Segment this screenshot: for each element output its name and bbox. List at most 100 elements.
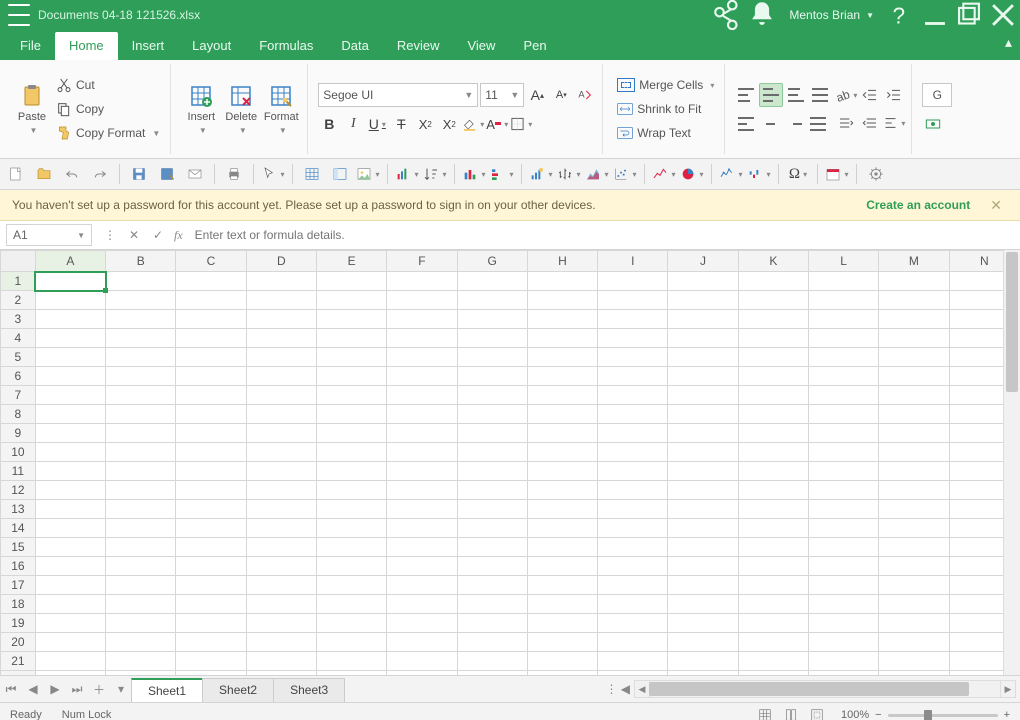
cell[interactable]	[457, 329, 527, 348]
table-icon[interactable]	[300, 162, 324, 186]
cell[interactable]	[808, 462, 878, 481]
cell[interactable]	[246, 519, 316, 538]
cell[interactable]	[879, 538, 949, 557]
cell[interactable]	[457, 481, 527, 500]
cell[interactable]	[457, 405, 527, 424]
cell[interactable]	[738, 405, 808, 424]
orientation-icon[interactable]: ab▾	[835, 84, 857, 106]
cell[interactable]	[316, 424, 386, 443]
area-icon[interactable]: ▾	[585, 162, 609, 186]
cell[interactable]	[808, 443, 878, 462]
cell[interactable]	[387, 424, 457, 443]
cell[interactable]	[808, 671, 878, 676]
cell[interactable]	[879, 557, 949, 576]
cell[interactable]	[527, 386, 597, 405]
cell[interactable]	[527, 614, 597, 633]
new-icon[interactable]	[4, 162, 28, 186]
cell[interactable]	[879, 367, 949, 386]
cell[interactable]	[176, 500, 246, 519]
pivot-icon[interactable]	[328, 162, 352, 186]
sheet-tab[interactable]: Sheet1	[131, 678, 203, 702]
cell[interactable]	[246, 500, 316, 519]
cell[interactable]	[246, 291, 316, 310]
cell[interactable]	[387, 519, 457, 538]
cell[interactable]	[106, 272, 176, 291]
accept-entry-icon[interactable]: ✓	[146, 223, 170, 247]
cell[interactable]	[176, 462, 246, 481]
sheet-list-icon[interactable]: ▾	[110, 678, 132, 700]
cell[interactable]	[668, 614, 738, 633]
cell[interactable]	[738, 291, 808, 310]
fill-color-icon[interactable]: ▾	[462, 113, 484, 135]
superscript-icon[interactable]: X2	[438, 113, 460, 135]
cell[interactable]	[106, 633, 176, 652]
cell[interactable]	[457, 671, 527, 676]
cell[interactable]	[35, 405, 105, 424]
cell[interactable]	[457, 538, 527, 557]
align-right-icon[interactable]	[783, 113, 805, 135]
cell[interactable]	[527, 462, 597, 481]
stock-icon[interactable]: ▾	[557, 162, 581, 186]
select-all-corner[interactable]	[1, 251, 36, 272]
cell[interactable]	[527, 671, 597, 676]
fx-icon[interactable]: fx	[174, 228, 183, 243]
cell[interactable]	[879, 348, 949, 367]
cell[interactable]	[246, 329, 316, 348]
cell[interactable]	[35, 652, 105, 671]
cell[interactable]	[808, 652, 878, 671]
align-justify-icon[interactable]	[807, 113, 829, 135]
indent-inc-icon[interactable]	[883, 84, 905, 106]
cell[interactable]	[106, 500, 176, 519]
row-header[interactable]: 17	[1, 576, 36, 595]
cell[interactable]	[598, 519, 668, 538]
cell[interactable]	[598, 348, 668, 367]
sparkline-icon[interactable]: ▾	[719, 162, 743, 186]
row-header[interactable]: 19	[1, 614, 36, 633]
undo-icon[interactable]	[60, 162, 84, 186]
cell[interactable]	[527, 367, 597, 386]
cell[interactable]	[176, 671, 246, 676]
row-header[interactable]: 5	[1, 348, 36, 367]
cell[interactable]	[738, 481, 808, 500]
col-header[interactable]: K	[738, 251, 808, 272]
cell[interactable]	[668, 576, 738, 595]
cell[interactable]	[527, 519, 597, 538]
cell[interactable]	[879, 519, 949, 538]
cell[interactable]	[35, 272, 105, 291]
cell[interactable]	[879, 329, 949, 348]
font-name-select[interactable]: Segoe UI▼	[318, 83, 478, 107]
formula-input[interactable]	[187, 227, 1020, 243]
cell[interactable]	[246, 557, 316, 576]
col-header[interactable]: A	[35, 251, 105, 272]
cell[interactable]	[738, 310, 808, 329]
format-button[interactable]: Format▼	[261, 72, 301, 146]
cell[interactable]	[598, 367, 668, 386]
cell[interactable]	[879, 443, 949, 462]
cell[interactable]	[176, 652, 246, 671]
saveas-icon[interactable]	[155, 162, 179, 186]
currency-icon[interactable]	[922, 113, 944, 135]
cell[interactable]	[106, 671, 176, 676]
cell[interactable]	[668, 652, 738, 671]
cell[interactable]	[176, 329, 246, 348]
align-left-icon[interactable]	[735, 113, 757, 135]
create-account-link[interactable]: Create an account	[852, 198, 984, 212]
cell[interactable]	[808, 576, 878, 595]
tab-formulas[interactable]: Formulas	[245, 32, 327, 60]
cell[interactable]	[879, 614, 949, 633]
chart1-icon[interactable]: ▾	[395, 162, 419, 186]
tab-data[interactable]: Data	[327, 32, 382, 60]
cell[interactable]	[35, 348, 105, 367]
cell[interactable]	[457, 310, 527, 329]
cell[interactable]	[106, 557, 176, 576]
cell[interactable]	[668, 272, 738, 291]
cell[interactable]	[527, 576, 597, 595]
cell[interactable]	[808, 481, 878, 500]
align-justify-v-icon[interactable]	[809, 84, 831, 106]
cell[interactable]	[808, 538, 878, 557]
cell[interactable]	[808, 519, 878, 538]
cell[interactable]	[387, 614, 457, 633]
row-header[interactable]: 16	[1, 557, 36, 576]
font-color-icon[interactable]: A▾	[486, 113, 508, 135]
align-top-icon[interactable]	[735, 84, 757, 106]
